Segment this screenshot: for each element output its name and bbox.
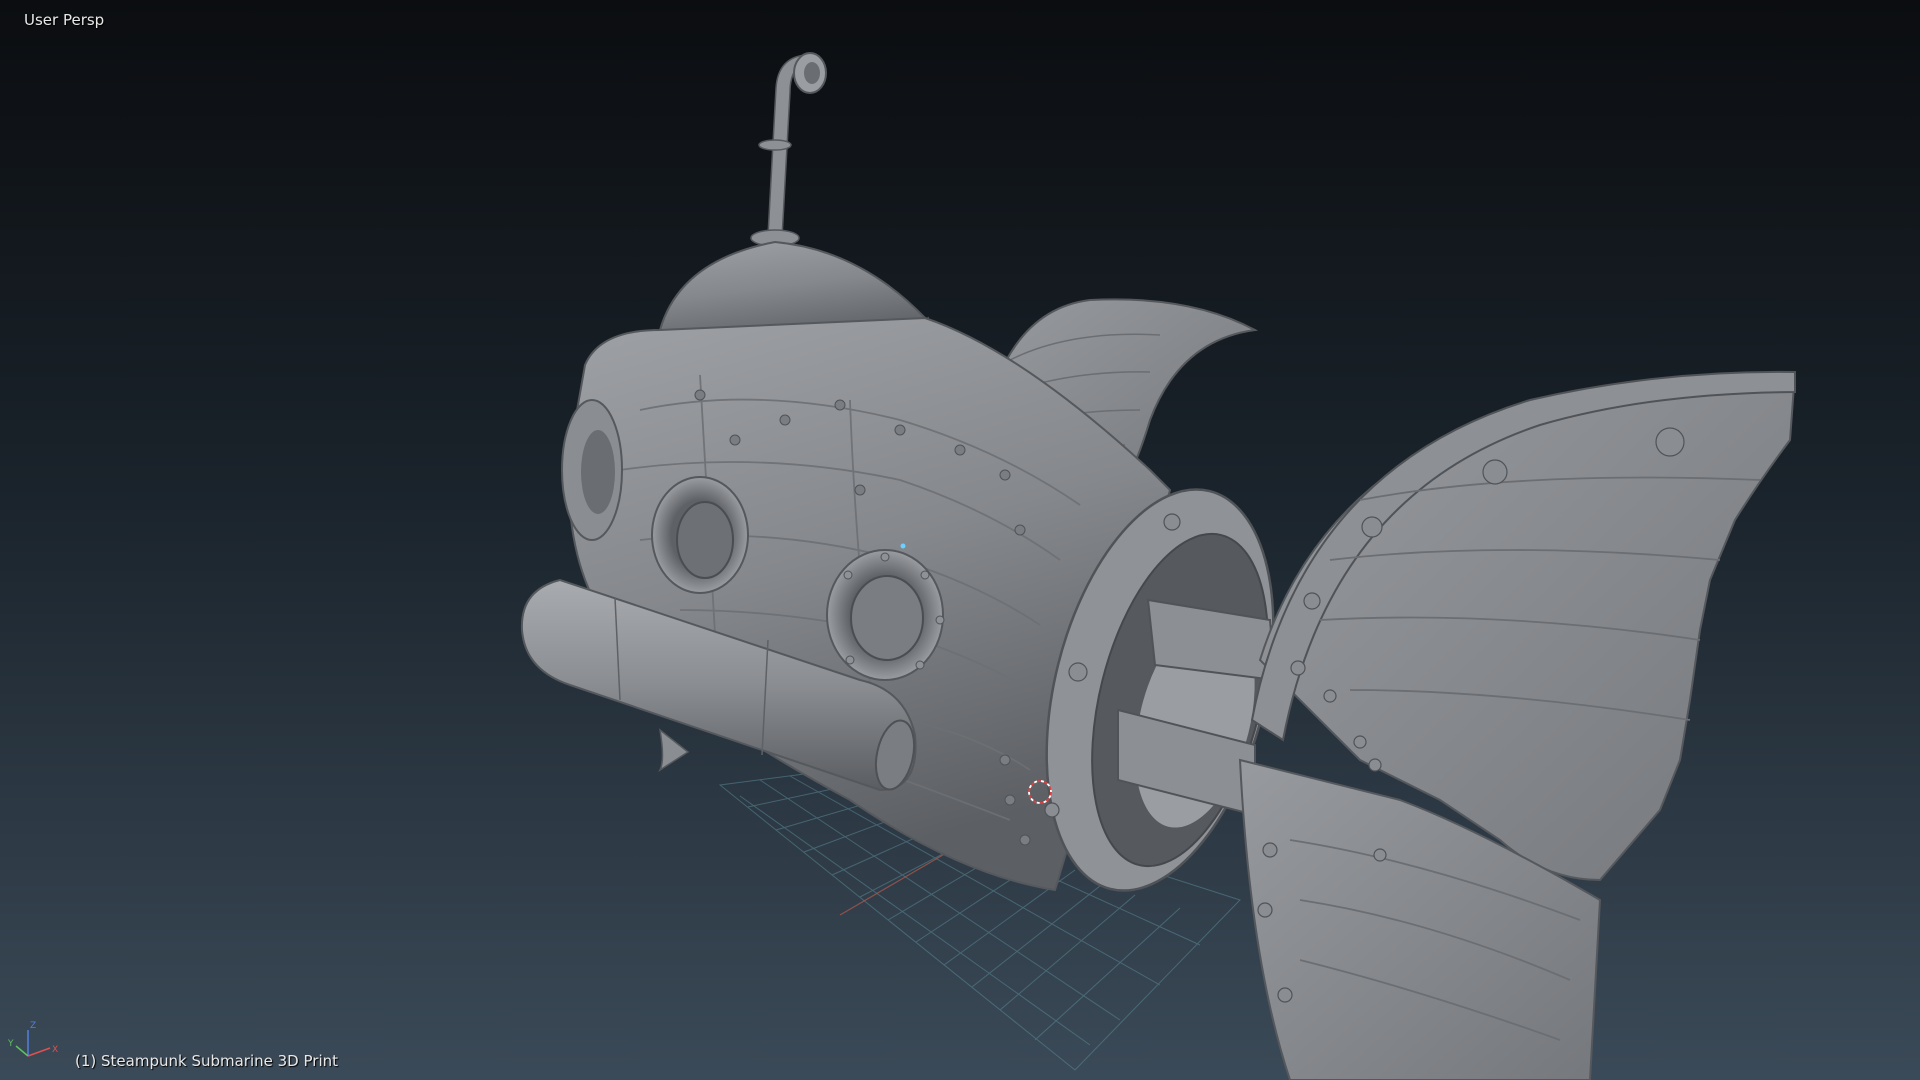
x-axis-label: X	[52, 1045, 58, 1055]
object-origin[interactable]	[900, 543, 906, 549]
porthole-1	[651, 476, 749, 594]
y-axis-label: Y	[7, 1039, 14, 1049]
front-porthole	[561, 399, 623, 541]
y-axis-icon	[15, 1045, 29, 1057]
axis-gizmo: Z X Y	[7, 1021, 58, 1057]
3d-viewport[interactable]: Z X Y User Persp (1) Steampunk Submarine…	[0, 0, 1920, 1080]
x-axis-icon	[27, 1047, 51, 1057]
active-object-label: (1) Steampunk Submarine 3D Print	[75, 1052, 338, 1070]
periscope	[750, 52, 827, 247]
view-mode-label: User Persp	[24, 11, 105, 29]
scene-canvas[interactable]	[0, 0, 1920, 1080]
tail-fin	[1238, 370, 1797, 1080]
z-axis-label: Z	[30, 1021, 36, 1031]
porthole-2	[826, 549, 945, 681]
